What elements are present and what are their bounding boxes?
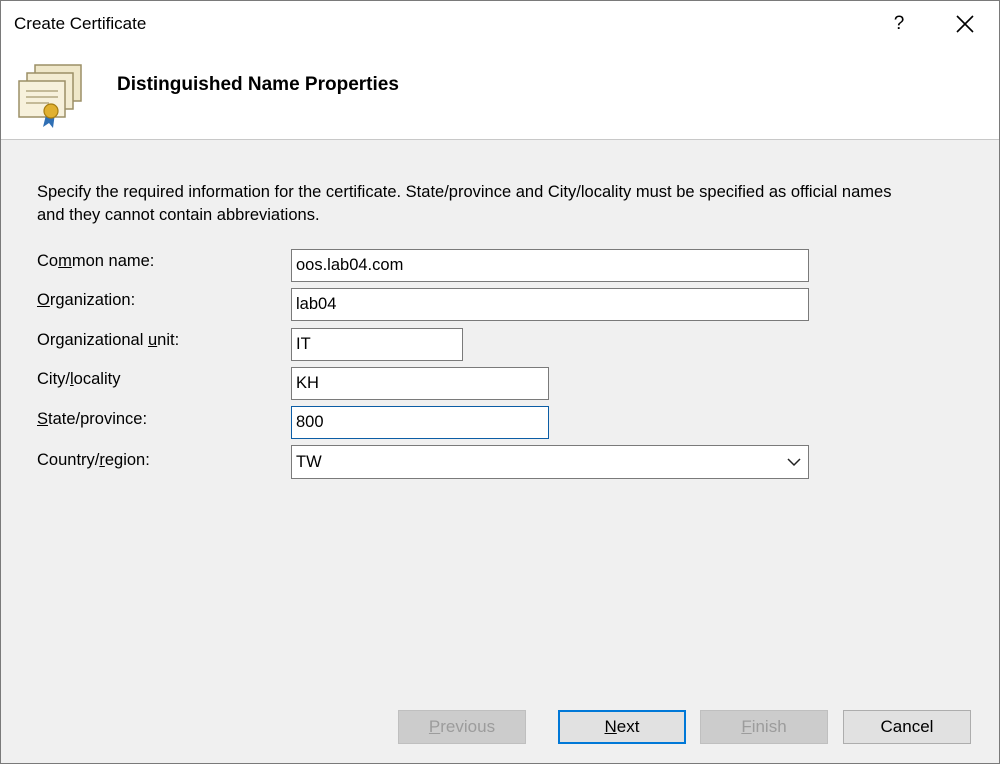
label-part: tate/province: (48, 410, 148, 428)
country-select[interactable]: TW (291, 445, 809, 479)
access-key: N (604, 717, 617, 736)
organization-input[interactable]: lab04 (291, 288, 809, 321)
country-label: Country/region: (37, 451, 150, 470)
close-button[interactable] (943, 7, 987, 41)
cancel-button[interactable]: Cancel (843, 710, 971, 744)
organization-label: Organization: (37, 291, 135, 310)
instructions-text: Specify the required information for the… (37, 183, 892, 224)
page-title: Distinguished Name Properties (117, 74, 399, 95)
access-key: m (58, 252, 72, 270)
button-label-part: revious (440, 717, 496, 736)
org-unit-label: Organizational unit: (37, 331, 179, 350)
city-label: City/locality (37, 370, 120, 389)
access-key: u (147, 331, 158, 349)
label-part: mon name: (71, 252, 155, 270)
button-label-part: inish (751, 717, 787, 736)
close-icon (956, 15, 974, 33)
create-certificate-dialog: Create Certificate ? Distinguished Name … (0, 0, 1000, 764)
title-bar: Create Certificate ? (1, 1, 999, 47)
state-label: State/province: (37, 410, 147, 429)
button-label-part: ext (616, 717, 640, 736)
label-part: nit: (157, 331, 180, 349)
label-part: rganization: (49, 291, 136, 309)
label-part: Country/ (37, 451, 100, 469)
org-unit-input[interactable]: IT (291, 328, 463, 361)
country-selected-value: TW (296, 453, 322, 471)
access-key: F (741, 717, 752, 736)
finish-button[interactable]: Finish (700, 710, 828, 744)
chevron-down-icon (787, 458, 801, 467)
certificate-icon (18, 64, 82, 128)
wizard-header: Distinguished Name Properties (1, 47, 999, 140)
access-key: O (37, 291, 50, 309)
state-input[interactable]: 800 (291, 406, 549, 439)
access-key: S (37, 410, 49, 428)
label-part: Organizational (37, 331, 148, 349)
help-button[interactable]: ? (879, 7, 919, 41)
previous-button[interactable]: Previous (398, 710, 526, 744)
label-part: City/ (37, 370, 70, 388)
next-button[interactable]: Next (558, 710, 686, 744)
access-key: P (428, 717, 441, 736)
window-title: Create Certificate (14, 14, 147, 33)
common-name-label: Common name: (37, 252, 154, 271)
label-part: ocality (73, 370, 121, 388)
label-part: egion: (104, 451, 150, 469)
label-part: Co (37, 252, 59, 270)
city-input[interactable]: KH (291, 367, 549, 400)
common-name-input[interactable]: oos.lab04.com (291, 249, 809, 282)
